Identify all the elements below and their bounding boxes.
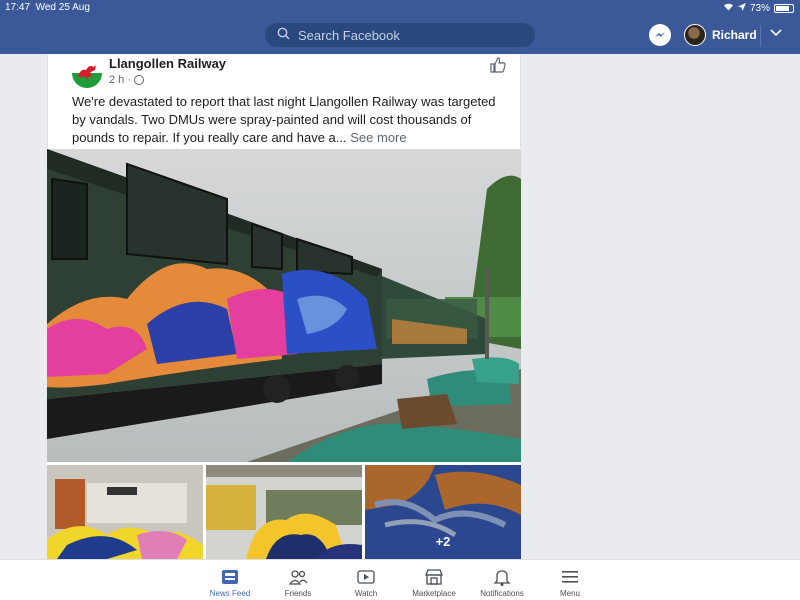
photo-thumbnail-more[interactable]: +2 xyxy=(365,465,521,559)
post-card: Llangollen Railway 2 h · We're devastate… xyxy=(47,54,521,559)
user-name[interactable]: Richard xyxy=(712,28,757,42)
tab-label: Notifications xyxy=(480,589,524,598)
globe-icon xyxy=(133,75,144,85)
post-header: Llangollen Railway 2 h · We're devastate… xyxy=(47,54,521,148)
marketplace-icon xyxy=(425,569,443,585)
friends-icon xyxy=(288,570,308,585)
photo-thumbnail[interactable] xyxy=(47,465,203,559)
post-author[interactable]: Llangollen Railway xyxy=(109,56,226,71)
meta-separator: · xyxy=(127,74,131,86)
status-time-date: 17:47 Wed 25 Aug xyxy=(5,2,90,13)
hamburger-icon xyxy=(562,571,578,583)
chevron-down-icon[interactable] xyxy=(770,26,782,40)
tab-menu[interactable]: Menu xyxy=(536,560,604,600)
bottom-tab-bar: News Feed Friends Watch Marketplace Noti… xyxy=(0,559,800,600)
page-logo-dragon-icon[interactable] xyxy=(72,58,102,88)
search-icon xyxy=(277,27,290,43)
tab-label: Watch xyxy=(354,589,378,598)
tab-label: News Feed xyxy=(209,589,251,598)
tab-news-feed[interactable]: News Feed xyxy=(196,560,264,600)
photo-thumbnail[interactable] xyxy=(206,465,362,559)
avatar[interactable] xyxy=(684,24,706,46)
status-time: 17:47 xyxy=(5,2,31,13)
tab-friends[interactable]: Friends xyxy=(264,560,332,600)
tab-label: Friends xyxy=(284,589,312,598)
messenger-icon[interactable] xyxy=(649,24,671,46)
top-bar: 17:47 Wed 25 Aug 73% Search Facebook Ric… xyxy=(0,0,800,54)
post-text: We're devastated to report that last nig… xyxy=(72,93,502,147)
status-date: Wed 25 Aug xyxy=(35,2,90,13)
status-indicators: 73% xyxy=(723,2,794,14)
like-icon[interactable] xyxy=(489,56,507,74)
post-body: We're devastated to report that last nig… xyxy=(72,94,496,145)
battery-percent: 73% xyxy=(749,2,770,14)
tab-notifications[interactable]: Notifications xyxy=(468,560,536,600)
wifi-icon xyxy=(723,2,734,14)
location-icon xyxy=(737,2,746,14)
post-meta: 2 h · xyxy=(109,74,144,86)
main-photo[interactable] xyxy=(47,149,521,462)
tab-watch[interactable]: Watch xyxy=(332,560,400,600)
bell-icon xyxy=(493,570,511,586)
see-more-link[interactable]: See more xyxy=(350,130,406,145)
extra-photos-count: +2 xyxy=(435,534,451,549)
photo-thumbnails: +2 xyxy=(47,465,521,559)
header-divider xyxy=(760,25,761,47)
tab-marketplace[interactable]: Marketplace xyxy=(400,560,468,600)
tab-label: Marketplace xyxy=(412,589,456,598)
news-feed-icon xyxy=(222,570,238,584)
tab-label: Menu xyxy=(559,589,580,598)
watch-icon xyxy=(357,570,375,584)
search-input[interactable]: Search Facebook xyxy=(265,23,535,47)
search-placeholder: Search Facebook xyxy=(298,27,400,43)
post-time[interactable]: 2 h xyxy=(109,74,124,86)
battery-icon xyxy=(774,3,794,13)
